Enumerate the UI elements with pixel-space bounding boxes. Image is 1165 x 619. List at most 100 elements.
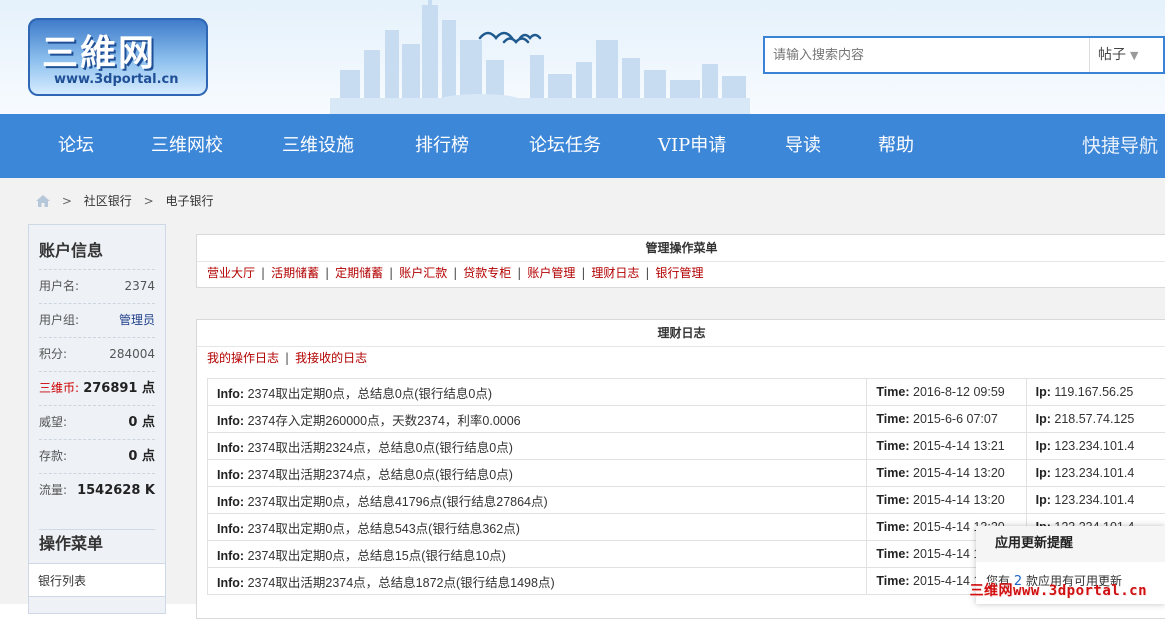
account-row-points: 积分: 284004	[39, 337, 155, 372]
link-separator: |	[261, 266, 265, 280]
manage-menu-panel: 管理操作菜单 营业大厅|活期储蓄|定期储蓄|账户汇款|贷款专柜|账户管理|理财日…	[196, 234, 1165, 288]
log-time-cell: Time: 2015-4-14 13:20	[867, 460, 1026, 487]
cell-label: Time:	[876, 466, 909, 480]
finance-log-title: 理财日志	[197, 320, 1165, 347]
site-header: 三維网 www.3dportal.cn 帖子▼	[0, 0, 1165, 114]
logo-url: www.3dportal.cn	[54, 72, 178, 87]
row-value: 2374	[124, 270, 155, 303]
cell-label: Info:	[217, 414, 244, 428]
row-key: 流量:	[39, 474, 67, 507]
search-box: 帖子▼	[763, 36, 1165, 74]
site-logo[interactable]: 三維网 www.3dportal.cn	[28, 18, 208, 96]
search-input[interactable]	[765, 38, 1103, 72]
cell-label: Time:	[876, 412, 909, 426]
link-my-logs[interactable]: 我的操作日志	[207, 351, 279, 365]
cell-value: 2374取出活期2324点，总结息0点(银行结息0点)	[248, 441, 513, 455]
cell-label: Ip:	[1036, 385, 1051, 399]
account-row-traffic: 流量: 1542628 K	[39, 473, 155, 508]
link-separator: |	[517, 266, 521, 280]
link-demand-deposit[interactable]: 活期储蓄	[271, 266, 319, 280]
row-key: 存款:	[39, 440, 67, 473]
account-row-prestige: 威望: 0 点	[39, 405, 155, 440]
row-value: 284004	[109, 338, 155, 371]
cell-value: 2015-4-14 13:20	[913, 493, 1005, 507]
cell-label: Info:	[217, 495, 244, 509]
menu-title: 操作菜单	[39, 529, 155, 554]
cell-value: 119.167.56.25	[1054, 385, 1133, 399]
link-fixed-deposit[interactable]: 定期储蓄	[335, 266, 383, 280]
account-info-title: 账户信息	[39, 237, 103, 261]
link-account-manage[interactable]: 账户管理	[527, 266, 575, 280]
breadcrumb-separator: >	[62, 194, 72, 208]
logo-text: 三維网	[42, 24, 156, 76]
city-skyline-banner	[330, 0, 750, 114]
nav-item-tasks[interactable]: 论坛任务	[529, 114, 601, 178]
link-finance-log[interactable]: 理财日志	[591, 266, 639, 280]
link-separator: |	[453, 266, 457, 280]
breadcrumb-item-community-bank[interactable]: 社区银行	[84, 194, 132, 208]
link-bank-manage[interactable]: 银行管理	[655, 266, 703, 280]
link-separator: |	[285, 351, 289, 365]
manage-menu-links: 营业大厅|活期储蓄|定期储蓄|账户汇款|贷款专柜|账户管理|理财日志|银行管理	[207, 263, 703, 283]
cell-value: 2374取出定期0点，总结息543点(银行结息362点)	[248, 522, 520, 536]
search-type-dropdown[interactable]: 帖子▼	[1089, 38, 1145, 72]
nav-item-facilities[interactable]: 三维设施	[282, 114, 354, 178]
table-row: Info: 2374取出活期2374点，总结息0点(银行结息0点)Time: 2…	[208, 460, 1165, 487]
row-value: 1542628 K	[77, 474, 155, 507]
log-info-cell: Info: 2374取出活期2324点，总结息0点(银行结息0点)	[208, 433, 867, 460]
account-row-usergroup: 用户组: 管理员	[39, 303, 155, 338]
nav-item-guide[interactable]: 导读	[785, 114, 821, 178]
row-key: 威望:	[39, 406, 67, 439]
nav-item-help[interactable]: 帮助	[878, 114, 914, 178]
nav-item-vip[interactable]: VIP申请	[658, 114, 726, 178]
breadcrumb-separator: >	[144, 194, 154, 208]
cell-value: 2016-8-12 09:59	[913, 385, 1005, 399]
cell-label: Info:	[217, 387, 244, 401]
cell-value: 123.234.101.4	[1054, 466, 1134, 480]
log-info-cell: Info: 2374存入定期260000点，天数2374，利率0.0006	[208, 406, 867, 433]
log-ip-cell: Ip: 123.234.101.4	[1026, 433, 1165, 460]
log-info-cell: Info: 2374取出活期2374点，总结息1872点(银行结息1498点)	[208, 568, 867, 595]
log-filter-links: 我的操作日志 | 我接收的日志	[207, 348, 367, 368]
nav-item-forum[interactable]: 论坛	[58, 114, 94, 178]
cell-value: 2015-4-14 13:20	[913, 466, 1005, 480]
link-separator: |	[325, 266, 329, 280]
cell-value: 2374取出定期0点，总结息41796点(银行结息27864点)	[248, 495, 548, 509]
site-watermark: 三维网www.3dportal.cn	[970, 580, 1147, 600]
link-lobby[interactable]: 营业大厅	[207, 266, 255, 280]
usergroup-link[interactable]: 管理员	[119, 304, 155, 337]
cell-value: 2015-6-6 07:07	[913, 412, 998, 426]
home-icon[interactable]	[36, 195, 50, 207]
account-row-coins: 三维币: 276891 点	[39, 371, 155, 406]
log-info-cell: Info: 2374取出定期0点，总结息41796点(银行结息27864点)	[208, 487, 867, 514]
nav-item-ranking[interactable]: 排行榜	[415, 114, 469, 178]
link-separator: |	[645, 266, 649, 280]
cell-value: 123.234.101.4	[1054, 493, 1134, 507]
row-key: 用户名:	[39, 270, 79, 303]
row-value: 276891 点	[83, 372, 155, 405]
log-info-cell: Info: 2374取出活期2374点，总结息0点(银行结息0点)	[208, 460, 867, 487]
link-loan[interactable]: 贷款专柜	[463, 266, 511, 280]
cell-value: 2374取出活期2374点，总结息0点(银行结息0点)	[248, 468, 513, 482]
account-sidebar: 账户信息 用户名: 2374 用户组: 管理员 积分: 284004 三维币: …	[28, 224, 166, 614]
table-row: Info: 2374存入定期260000点，天数2374，利率0.0006Tim…	[208, 406, 1165, 433]
log-time-cell: Time: 2016-8-12 09:59	[867, 379, 1026, 406]
breadcrumb-item-e-bank[interactable]: 电子银行	[165, 194, 213, 208]
cell-value: 123.234.101.4	[1054, 439, 1134, 453]
sidebar-item-bank-list[interactable]: 银行列表	[29, 563, 165, 597]
log-time-cell: Time: 2015-6-6 07:07	[867, 406, 1026, 433]
cell-label: Time:	[876, 547, 909, 561]
quick-nav[interactable]: 快捷导航	[1082, 114, 1158, 178]
link-received-logs[interactable]: 我接收的日志	[295, 351, 367, 365]
cell-value: 2374取出活期2374点，总结息1872点(银行结息1498点)	[248, 576, 555, 590]
row-value: 0 点	[128, 406, 155, 439]
cell-label: Info:	[217, 522, 244, 536]
link-remittance[interactable]: 账户汇款	[399, 266, 447, 280]
account-row-deposit: 存款: 0 点	[39, 439, 155, 474]
nav-item-school[interactable]: 三维网校	[151, 114, 223, 178]
chevron-down-icon: ▼	[1130, 49, 1138, 62]
cell-label: Info:	[217, 549, 244, 563]
log-time-cell: Time: 2015-4-14 13:20	[867, 487, 1026, 514]
cell-label: Time:	[876, 385, 909, 399]
row-value: 0 点	[128, 440, 155, 473]
